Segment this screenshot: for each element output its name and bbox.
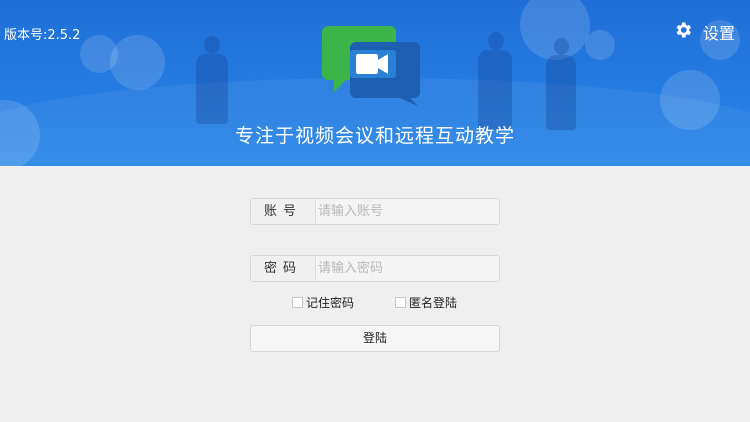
anonymous-login-label: 匿名登陆 — [409, 296, 458, 310]
password-label: 密码 — [251, 256, 316, 281]
banner-bubble — [585, 30, 615, 60]
header-banner: 版本号:2.5.2 设置 专注于视频会议和远程互动教学 — [0, 0, 750, 166]
banner-bubble — [110, 35, 165, 90]
checkbox-box[interactable] — [395, 297, 406, 308]
version-label: 版本号:2.5.2 — [4, 28, 81, 43]
person-silhouette — [546, 55, 576, 130]
settings-button[interactable]: 设置 — [673, 20, 735, 44]
person-silhouette-head — [488, 32, 504, 50]
person-silhouette-head — [204, 36, 220, 54]
password-input[interactable] — [316, 256, 499, 281]
account-label: 账号 — [251, 199, 316, 224]
slogan-text: 专注于视频会议和远程互动教学 — [234, 125, 515, 147]
gear-icon — [673, 20, 693, 44]
account-input[interactable] — [316, 199, 499, 224]
person-silhouette — [196, 54, 228, 124]
person-silhouette-head — [554, 38, 569, 55]
remember-password-label: 记住密码 — [306, 296, 355, 310]
settings-label: 设置 — [703, 24, 736, 43]
account-field: 账号 — [250, 198, 500, 225]
remember-password-checkbox[interactable]: 记住密码 — [292, 294, 354, 311]
anonymous-login-checkbox[interactable]: 匿名登陆 — [395, 294, 457, 311]
video-camera-chat-icon — [320, 22, 430, 106]
checkbox-box[interactable] — [292, 297, 303, 308]
login-button[interactable]: 登陆 — [250, 325, 500, 352]
person-silhouette — [478, 50, 512, 130]
password-field: 密码 — [250, 255, 500, 282]
